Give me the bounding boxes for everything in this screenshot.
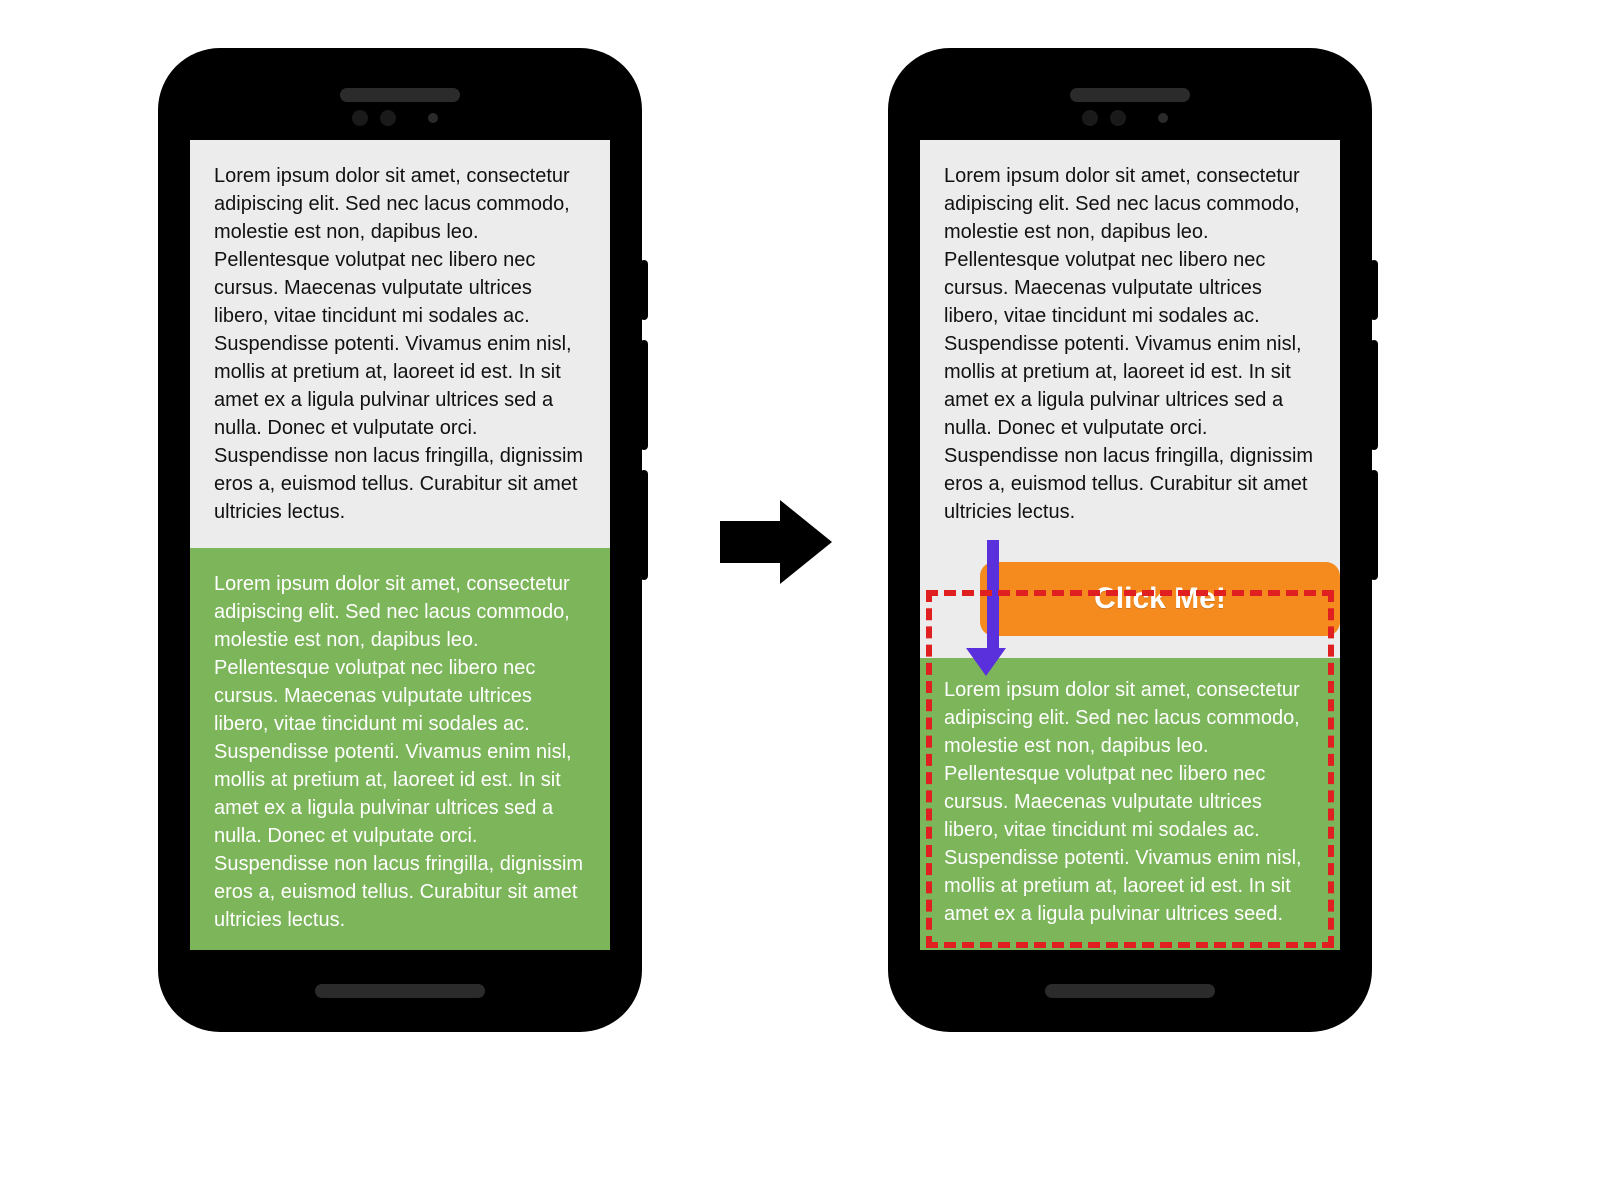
diagram-stage: Lorem ipsum dolor sit amet, consectetur … xyxy=(0,0,1600,1200)
phone-home-bar xyxy=(315,984,485,998)
phone-sensor-icon xyxy=(1158,113,1168,123)
phone-frame: Lorem ipsum dolor sit amet, consectetur … xyxy=(900,60,1360,1020)
phone-side-button xyxy=(1370,340,1378,450)
content-paragraph-top: Lorem ipsum dolor sit amet, consectetur … xyxy=(190,140,610,548)
phone-camera-icon xyxy=(1110,110,1126,126)
layout-shift-arrow-icon xyxy=(980,540,1006,676)
transition-arrow-icon xyxy=(720,500,832,584)
phone-camera-icon xyxy=(352,110,368,126)
phone-frame: Lorem ipsum dolor sit amet, consectetur … xyxy=(170,60,630,1020)
click-me-button[interactable]: Click Me! xyxy=(980,562,1340,636)
phone-side-button xyxy=(640,260,648,320)
phone-side-button xyxy=(1370,260,1378,320)
phone-home-bar xyxy=(1045,984,1215,998)
phone-camera-icon xyxy=(380,110,396,126)
content-paragraph-top: Lorem ipsum dolor sit amet, consectetur … xyxy=(920,140,1340,548)
phone-before: Lorem ipsum dolor sit amet, consectetur … xyxy=(160,50,640,1030)
content-paragraph-bottom: Lorem ipsum dolor sit amet, consectetur … xyxy=(190,548,610,950)
phone-side-button xyxy=(640,470,648,580)
phone-screen: Lorem ipsum dolor sit amet, consectetur … xyxy=(920,140,1340,950)
content-paragraph-bottom: Lorem ipsum dolor sit amet, consectetur … xyxy=(920,658,1340,950)
phone-side-button xyxy=(640,340,648,450)
phone-sensor-icon xyxy=(428,113,438,123)
phone-side-button xyxy=(1370,470,1378,580)
phone-screen: Lorem ipsum dolor sit amet, consectetur … xyxy=(190,140,610,950)
phone-after: Lorem ipsum dolor sit amet, consectetur … xyxy=(890,50,1370,1030)
phone-earpiece xyxy=(1070,88,1190,102)
phone-camera-icon xyxy=(1082,110,1098,126)
inserted-content-region: Click Me! xyxy=(920,548,1340,658)
phone-earpiece xyxy=(340,88,460,102)
